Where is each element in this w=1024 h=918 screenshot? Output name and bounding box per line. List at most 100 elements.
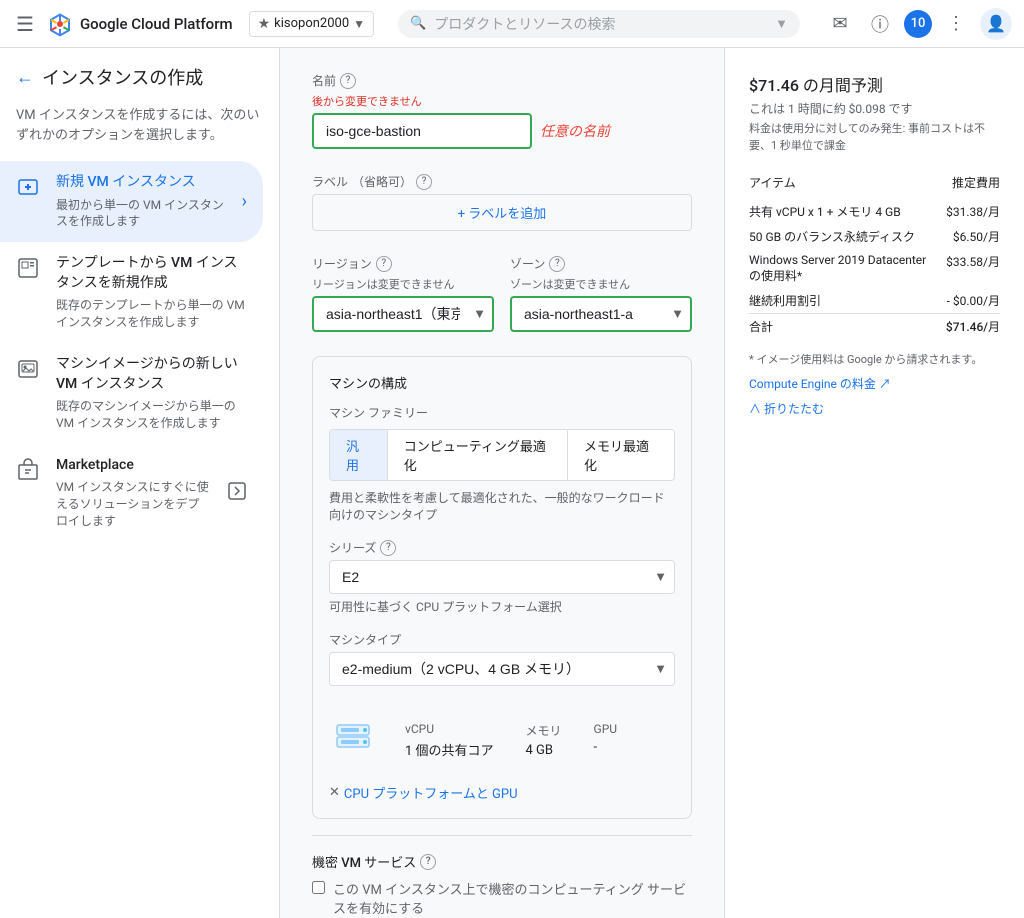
gcp-logo-icon bbox=[46, 10, 74, 38]
zone-note: ゾーンは変更できません bbox=[510, 276, 692, 292]
tab-general[interactable]: 汎用 bbox=[330, 430, 388, 480]
series-desc: 可用性に基づく CPU プラットフォーム選択 bbox=[329, 598, 675, 615]
machine-stats: vCPU 1 個の共有コア メモリ 4 GB GPU - bbox=[393, 710, 675, 771]
sidebar-item-image-vm[interactable]: マシンイメージからの新しい VM インスタンス 既存のマシンイメージから単一の … bbox=[0, 343, 263, 444]
zone-select[interactable]: asia-northeast1-a bbox=[510, 296, 692, 332]
avatar[interactable]: 👤 bbox=[980, 8, 1012, 40]
region-zone-section: リージョン ? リージョンは変更できません asia-northeast1（東京… bbox=[312, 255, 692, 332]
machine-config-title: マシンの構成 bbox=[329, 373, 675, 392]
sidebar-description: VM インスタンスを作成するには、次のいずれかのオプションを選択します。 bbox=[0, 106, 279, 161]
label-label: ラベル （省略可） ? bbox=[312, 173, 692, 190]
new-vm-icon bbox=[16, 175, 40, 199]
label-help-icon[interactable]: ? bbox=[416, 174, 432, 190]
new-vm-desc: 最初から単一の VM インスタンスを作成します bbox=[56, 197, 226, 231]
email-icon[interactable]: ✉ bbox=[824, 8, 856, 40]
cost-items-header: アイテム bbox=[749, 170, 946, 199]
notifications-badge[interactable]: 10 bbox=[904, 10, 932, 38]
compute-engine-pricing-link[interactable]: Compute Engine の料金 ↗ bbox=[749, 375, 1000, 392]
gpu-stat: GPU - bbox=[594, 722, 618, 759]
cost-title: $71.46 の月間予測 bbox=[749, 72, 1000, 96]
confidential-vm-row: この VM インスタンス上で機密のコンピューティング サービスを有効にする bbox=[312, 879, 692, 917]
project-name: kisopon2000 bbox=[274, 16, 349, 31]
cost-item-cost: $31.38/月 bbox=[946, 199, 1000, 224]
zone-label: ゾーン ? bbox=[510, 255, 692, 272]
cost-item-row: 50 GB のバランス永続ディスク$6.50/月 bbox=[749, 224, 1000, 249]
machine-family-label: マシン ファミリー bbox=[329, 404, 675, 421]
new-vm-content: 新規 VM インスタンス 最初から単一の VM インスタンスを作成します bbox=[56, 173, 226, 230]
cost-item-name: 共有 vCPU x 1 + メモリ 4 GB bbox=[749, 199, 946, 224]
series-label: シリーズ ? bbox=[329, 539, 675, 556]
marketplace-desc: VM インスタンスにすぐに使えるソリューションをデプロイします bbox=[56, 479, 211, 529]
form-area: 名前 ? 後から変更できません 任意の名前 ラベル （省略可） ? + ラベルを… bbox=[280, 48, 724, 918]
confidential-vm-checkbox[interactable] bbox=[312, 881, 325, 894]
hamburger-icon[interactable]: ☰ bbox=[12, 8, 38, 40]
memory-stat: メモリ 4 GB bbox=[526, 722, 562, 759]
image-vm-desc: 既存のマシンイメージから単一の VM インスタンスを作成します bbox=[56, 398, 247, 432]
machine-family-tabs: 汎用 コンピューティング最適化 メモリ最適化 bbox=[329, 429, 675, 481]
sidebar-item-template-vm[interactable]: テンプレートから VM インスタンスを新規作成 既存のテンプレートから単一の V… bbox=[0, 242, 263, 343]
cost-item-cost: - $0.00/月 bbox=[946, 288, 1000, 314]
search-bar[interactable]: 🔍 ▼ bbox=[398, 10, 800, 38]
cpu-gpu-link[interactable]: ✕ CPU プラットフォームと GPU bbox=[329, 783, 675, 802]
cost-item-cost: $33.58/月 bbox=[946, 249, 1000, 288]
project-dropdown-icon: ▼ bbox=[353, 17, 365, 31]
cost-total-label: 合計 bbox=[749, 314, 946, 340]
machine-type-label: マシンタイプ bbox=[329, 631, 675, 648]
help-icon[interactable]: ⓘ bbox=[864, 8, 896, 40]
confidential-vm-desc: この VM インスタンス上で機密のコンピューティング サービスを有効にする bbox=[333, 879, 692, 917]
cost-item-name: 50 GB のバランス永続ディスク bbox=[749, 224, 946, 249]
confidential-vm-section: 機密 VM サービス ? この VM インスタンス上で機密のコンピューティング … bbox=[312, 852, 692, 917]
cost-item-name: Windows Server 2019 Datacenter の使用料* bbox=[749, 249, 946, 288]
cost-footnote: * イメージ使用料は Google から請求されます。 bbox=[749, 351, 1000, 367]
region-help-icon[interactable]: ? bbox=[376, 256, 392, 272]
add-label-button[interactable]: + ラベルを追加 bbox=[312, 194, 692, 231]
search-icon: 🔍 bbox=[410, 16, 426, 31]
region-select[interactable]: asia-northeast1（東京） bbox=[312, 296, 494, 332]
cost-item-name: 継続利用割引 bbox=[749, 288, 946, 314]
topnav-actions: ✉ ⓘ 10 ⋮ 👤 bbox=[824, 8, 1012, 40]
more-options-icon[interactable]: ⋮ bbox=[940, 8, 972, 40]
sidebar-title: インスタンスの作成 bbox=[42, 64, 203, 90]
sidebar-item-new-vm[interactable]: 新規 VM インスタンス 最初から単一の VM インスタンスを作成します › bbox=[0, 161, 263, 242]
collapse-button[interactable]: ∧ 折りたたむ bbox=[749, 400, 1000, 417]
layout: ← インスタンスの作成 VM インスタンスを作成するには、次のいずれかのオプショ… bbox=[0, 48, 1024, 918]
region-label: リージョン ? bbox=[312, 255, 494, 272]
region-select-wrapper: asia-northeast1（東京） ▼ bbox=[312, 296, 494, 332]
sidebar: ← インスタンスの作成 VM インスタンスを作成するには、次のいずれかのオプショ… bbox=[0, 48, 280, 918]
name-hint: 任意の名前 bbox=[540, 121, 610, 141]
tab-compute-optimized[interactable]: コンピューティング最適化 bbox=[388, 430, 568, 480]
cost-item-row: 共有 vCPU x 1 + メモリ 4 GB$31.38/月 bbox=[749, 199, 1000, 224]
new-vm-arrow-icon: › bbox=[242, 191, 247, 212]
zone-help-icon[interactable]: ? bbox=[549, 256, 565, 272]
image-vm-icon bbox=[16, 357, 40, 381]
zone-field: ゾーン ? ゾーンは変更できません asia-northeast1-a ▼ bbox=[510, 255, 692, 332]
name-input[interactable] bbox=[312, 113, 532, 149]
name-section: 名前 ? 後から変更できません 任意の名前 bbox=[312, 72, 692, 149]
gcp-title: Google Cloud Platform bbox=[80, 15, 233, 33]
series-help-icon[interactable]: ? bbox=[380, 540, 396, 556]
machine-type-select-wrapper: e2-medium（2 vCPU、4 GB メモリ） ▼ bbox=[329, 652, 675, 686]
project-selector[interactable]: ★ kisopon2000 ▼ bbox=[249, 11, 374, 37]
main-content: 名前 ? 後から変更できません 任意の名前 ラベル （省略可） ? + ラベルを… bbox=[280, 48, 1024, 918]
template-vm-icon bbox=[16, 256, 40, 280]
machine-type-select[interactable]: e2-medium（2 vCPU、4 GB メモリ） bbox=[329, 652, 675, 686]
sidebar-header: ← インスタンスの作成 bbox=[0, 64, 279, 106]
template-vm-desc: 既存のテンプレートから単一の VM インスタンスを作成します bbox=[56, 297, 247, 331]
marketplace-icon bbox=[16, 458, 40, 482]
cost-cost-header: 推定費用 bbox=[946, 170, 1000, 199]
machine-family-desc: 費用と柔軟性を考慮して最適化された、一般的なワークロード向けのマシンタイプ bbox=[329, 489, 675, 523]
machine-server-icon bbox=[329, 711, 377, 759]
confidential-vm-help-icon[interactable]: ? bbox=[420, 854, 436, 870]
template-vm-title: テンプレートから VM インスタンスを新規作成 bbox=[56, 254, 247, 293]
search-input[interactable] bbox=[434, 16, 775, 32]
name-note: 後から変更できません bbox=[312, 93, 692, 109]
region-note: リージョンは変更できません bbox=[312, 276, 494, 292]
name-help-icon[interactable]: ? bbox=[340, 73, 356, 89]
back-button[interactable]: ← bbox=[16, 67, 34, 88]
tab-memory-optimized[interactable]: メモリ最適化 bbox=[568, 430, 674, 480]
series-select[interactable]: E2 bbox=[329, 560, 675, 594]
cost-item-cost: $6.50/月 bbox=[946, 224, 1000, 249]
sidebar-item-marketplace[interactable]: Marketplace VM インスタンスにすぐに使えるソリューションをデプロイ… bbox=[0, 444, 263, 542]
region-field: リージョン ? リージョンは変更できません asia-northeast1（東京… bbox=[312, 255, 494, 332]
machine-config-section: マシンの構成 マシン ファミリー 汎用 コンピューティング最適化 メモリ最適化 … bbox=[312, 356, 692, 819]
